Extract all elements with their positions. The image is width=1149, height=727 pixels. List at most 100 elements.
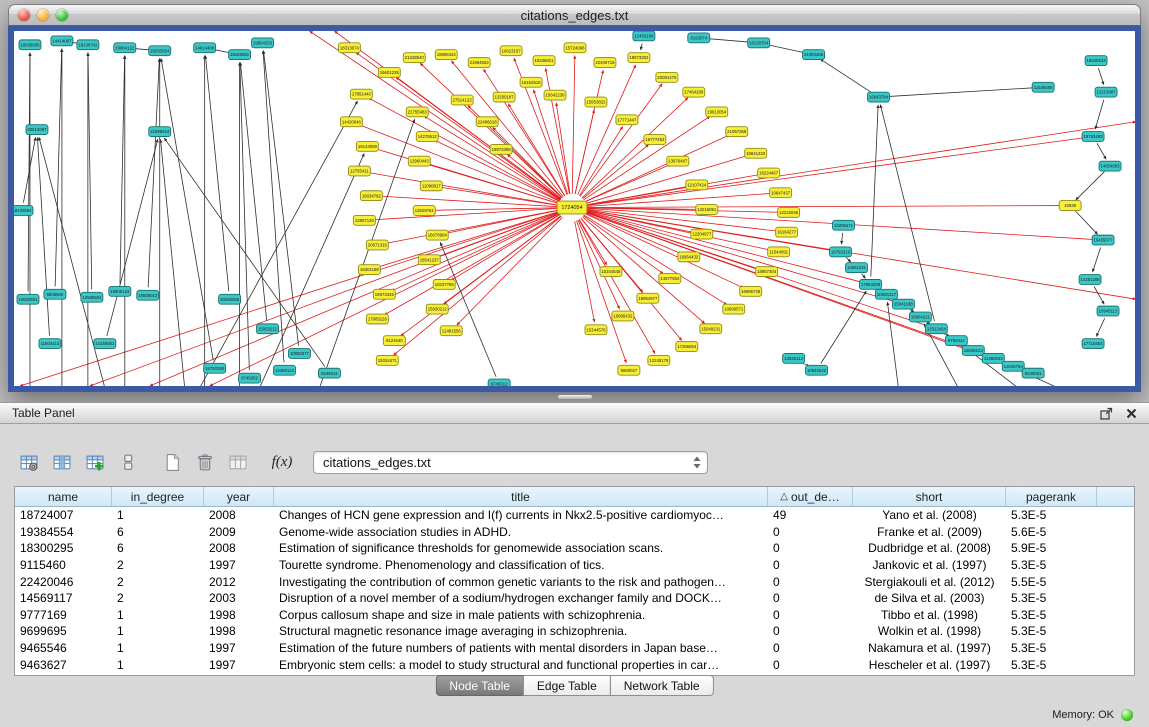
graph-node[interactable]: 22406618: [476, 117, 498, 127]
graph-node[interactable]: 14150051: [94, 339, 116, 349]
graph-edge[interactable]: [582, 98, 688, 198]
edit-table-button[interactable]: [80, 449, 110, 476]
graph-edge[interactable]: [368, 98, 559, 201]
graph-node[interactable]: 15041188: [892, 299, 914, 309]
graph-node[interactable]: 10620601: [17, 294, 39, 304]
graph-node[interactable]: 15034471: [376, 355, 398, 365]
graph-node[interactable]: 20265055: [219, 294, 241, 304]
graph-node[interactable]: 13529761: [413, 206, 435, 216]
graph-edge[interactable]: [820, 59, 872, 93]
graph-node[interactable]: 12450166: [633, 31, 655, 41]
graph-node[interactable]: 19973308: [490, 144, 512, 154]
graph-node[interactable]: 16164277: [776, 227, 798, 237]
graph-node[interactable]: 13312454: [925, 324, 947, 334]
graph-edge[interactable]: [164, 138, 325, 367]
graph-edge[interactable]: [572, 56, 575, 194]
graph-edge[interactable]: [546, 68, 570, 194]
window-titlebar[interactable]: citations_edges.txt: [8, 4, 1141, 26]
graph-node[interactable]: 10050377: [289, 349, 311, 359]
graph-node[interactable]: 13045112: [783, 353, 805, 363]
graph-node[interactable]: 1724054: [557, 201, 587, 214]
graph-node[interactable]: 9505505: [44, 289, 66, 299]
table-row[interactable]: 1938455462009Genome-wide association stu…: [15, 524, 1134, 541]
graph-node[interactable]: 15053212: [257, 324, 279, 334]
graph-node[interactable]: 16301188: [358, 265, 380, 275]
graph-edge[interactable]: [120, 56, 125, 284]
graph-node[interactable]: 15938: [1059, 201, 1081, 211]
graph-node[interactable]: 20081475: [656, 72, 678, 82]
import-table-button[interactable]: [223, 449, 253, 476]
graph-node[interactable]: 18313074: [338, 43, 360, 53]
graph-edge[interactable]: [585, 213, 682, 254]
graph-node[interactable]: 9745012: [488, 379, 510, 386]
network-graph[interactable]: 1724054188063422198456316623107193368211…: [14, 31, 1135, 386]
graph-node[interactable]: 15049231: [700, 324, 722, 334]
row-height-button[interactable]: [113, 449, 143, 476]
graph-node[interactable]: 12245178: [648, 355, 670, 365]
graph-node[interactable]: 9245012: [318, 368, 340, 378]
graph-node[interactable]: 11548408: [1032, 82, 1054, 92]
graph-node[interactable]: 16750388: [204, 363, 226, 373]
graph-node[interactable]: 18541237: [418, 255, 440, 265]
graph-node[interactable]: 17710454: [1082, 339, 1104, 349]
graph-node[interactable]: 15830212: [426, 304, 448, 314]
table-row[interactable]: 977716911998Corpus callosum shape and si…: [15, 607, 1134, 624]
graph-node[interactable]: 17954208: [859, 280, 881, 290]
graph-node[interactable]: 16841220: [745, 148, 767, 158]
graph-node[interactable]: 9745052: [239, 373, 261, 383]
graph-edge[interactable]: [583, 145, 649, 199]
graph-edge[interactable]: [579, 126, 622, 195]
graph-node[interactable]: 12204977: [691, 229, 713, 239]
graph-node[interactable]: 8163074: [688, 33, 710, 43]
graph-node[interactable]: 14275512: [416, 132, 438, 142]
graph-node[interactable]: 14977554: [659, 274, 681, 284]
graph-edge[interactable]: [766, 45, 805, 53]
network-canvas-background[interactable]: 1724054188063422198456316623107193368211…: [14, 31, 1135, 386]
table-row[interactable]: 946362711997Embryonic stem cells: a mode…: [15, 656, 1134, 673]
graph-node[interactable]: 18224467: [758, 168, 780, 178]
graph-node[interactable]: 18426551: [229, 50, 251, 60]
graph-node[interactable]: 21093455: [803, 50, 825, 60]
graph-node[interactable]: 16604221: [909, 312, 931, 322]
graph-node[interactable]: 14205471: [833, 220, 855, 230]
graph-edge[interactable]: [148, 59, 159, 288]
graph-node[interactable]: 17851440: [350, 89, 372, 99]
graph-edge[interactable]: [586, 138, 1085, 206]
graph-node[interactable]: 10237765: [433, 280, 455, 290]
graph-edge[interactable]: [107, 139, 158, 336]
graph-node[interactable]: 18130554: [14, 206, 33, 216]
graph-edge[interactable]: [886, 88, 1035, 97]
graph-node[interactable]: 11450533: [982, 353, 1004, 363]
graph-node[interactable]: 15344545: [600, 267, 622, 277]
graph-node[interactable]: 17286654: [676, 342, 698, 352]
graph-node[interactable]: 10504317: [875, 289, 897, 299]
graph-node[interactable]: 17464289: [683, 87, 705, 97]
graph-node[interactable]: 14251208: [1079, 275, 1101, 285]
graph-node[interactable]: 11544091: [768, 247, 790, 257]
graph-edge[interactable]: [240, 63, 266, 321]
graph-node[interactable]: 21228540: [403, 53, 425, 63]
graph-edge[interactable]: [846, 257, 851, 262]
graph-node[interactable]: 19613054: [706, 107, 728, 117]
combo-stepper-icon[interactable]: [692, 455, 702, 470]
column-header-name[interactable]: name: [15, 487, 112, 506]
graph-node[interactable]: 17771447: [616, 115, 638, 125]
graph-node[interactable]: 14414087: [51, 36, 73, 46]
graph-edge[interactable]: [200, 101, 358, 386]
graph-node[interactable]: 16623107: [500, 46, 522, 56]
graph-node[interactable]: 14051231: [846, 263, 868, 273]
graph-node[interactable]: 19336821: [533, 56, 555, 66]
graph-node[interactable]: 15040533: [1085, 56, 1107, 66]
show-columns-button[interactable]: [47, 449, 77, 476]
graph-node[interactable]: 9124540: [383, 336, 405, 346]
graph-node[interactable]: 15724098: [564, 43, 586, 53]
close-panel-icon[interactable]: [1126, 408, 1137, 419]
divider-grip-icon[interactable]: [558, 395, 592, 399]
graph-node[interactable]: 11090817: [420, 181, 442, 191]
delete-trash-button[interactable]: [190, 449, 220, 476]
graph-node[interactable]: 14614408: [194, 43, 216, 53]
graph-edge[interactable]: [1098, 68, 1103, 84]
table-row[interactable]: 1456911722003Disruption of a novel membe…: [15, 590, 1134, 607]
table-row[interactable]: 911546021997Tourette syndrome. Phenomeno…: [15, 557, 1134, 574]
graph-edge[interactable]: [1076, 172, 1105, 200]
